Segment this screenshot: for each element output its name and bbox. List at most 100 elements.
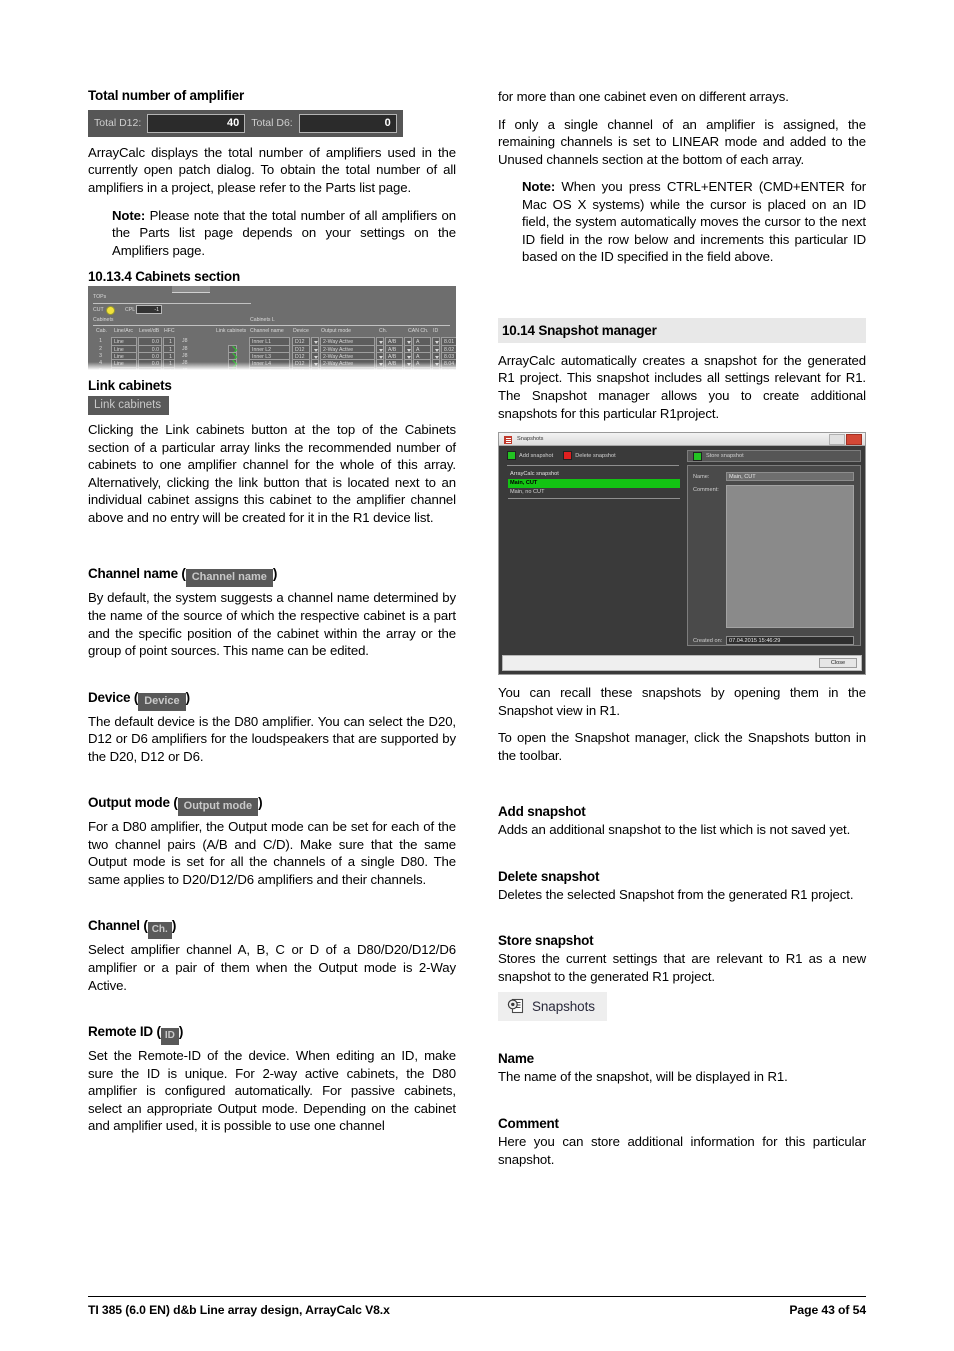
note-text-right: When you press CTRL+ENTER (CMD+ENTER for…: [522, 179, 866, 265]
note-ctrl-enter: Note: When you press CTRL+ENTER (CMD+ENT…: [522, 178, 866, 266]
paragraph-link-cabinets: Clicking the Link cabinets button at the…: [88, 422, 456, 525]
snapshot-list[interactable]: ArrayCalc snapshot Main, CUT Main, no CUT: [508, 470, 680, 497]
heading-store-snapshot: Store snapshot: [498, 933, 594, 949]
snapshot-list-item[interactable]: Main, CUT: [508, 479, 680, 489]
footer-document-title: TI 385 (6.0 EN) d&b Line array design, A…: [88, 1303, 390, 1317]
total-amplifier-widget: Total D12: 40 Total D6: 0: [88, 109, 403, 137]
col-header-channel-name: Channel name: [250, 328, 284, 335]
snapshot-detail-panel: Store snapshot Name: Main, CUT Comment: …: [687, 450, 861, 647]
heading-device: Device (Device): [88, 690, 456, 711]
store-snapshot-button[interactable]: Store snapshot: [687, 450, 861, 463]
chip-device[interactable]: Device: [138, 692, 186, 711]
col-header-line-arc: Line/Arc: [114, 328, 134, 335]
delete-snapshot-icon: [563, 451, 573, 461]
paragraph-linear-mode: If only a single channel of an amplifier…: [498, 116, 866, 167]
heading-link-cabinets: Link cabinets: [88, 378, 172, 394]
cut-led-indicator[interactable]: [106, 306, 115, 316]
screenshot-bottom-fade: [88, 362, 456, 371]
dialog-footer: Close: [502, 655, 862, 672]
footer-page-number: Page 43 of 54: [789, 1303, 866, 1317]
heading-channel-close: ): [171, 918, 177, 934]
paragraph-continuation: for more than one cabinet even on differ…: [498, 89, 789, 104]
chip-channel-name[interactable]: Channel name: [185, 569, 273, 588]
col-header-level-db: Level/dB: [139, 328, 160, 335]
paragraph-comment: Here you can store additional informatio…: [498, 1134, 866, 1167]
delete-snapshot-button[interactable]: Delete snapshot: [563, 451, 616, 461]
dialog-title: Snapshots: [517, 436, 544, 443]
chip-channel[interactable]: Ch.: [147, 922, 172, 940]
close-window-icon[interactable]: [846, 434, 862, 446]
paragraph-delete-snapshot: Deletes the selected Snapshot from the g…: [498, 886, 854, 902]
add-snapshot-button[interactable]: Add snapshot: [507, 451, 554, 461]
paragraph-channel-name: By default, the system suggests a channe…: [88, 590, 456, 659]
heading-channel: Channel (Ch.): [88, 918, 456, 940]
cpl-value-field[interactable]: -1: [136, 305, 162, 315]
close-button[interactable]: Close: [819, 658, 857, 669]
snapshot-name-input[interactable]: Main, CUT: [726, 472, 854, 482]
heading-comment: Comment: [498, 1116, 559, 1132]
col-header-id: ID: [433, 328, 439, 335]
note-text: Please note that the total number of all…: [112, 207, 456, 258]
add-snapshot-label: Add snapshot: [519, 452, 554, 459]
heading-add-snapshot: Add snapshot: [498, 804, 586, 820]
minimize-button[interactable]: [829, 434, 845, 446]
document-page: Total number of amplifier Total D12: 40 …: [0, 0, 954, 1351]
store-snapshot-label: Store snapshot: [706, 453, 744, 460]
col-header-can-ch: CAN Ch.: [408, 328, 429, 335]
heading-channel-name: Channel name (Channel name): [88, 566, 456, 588]
total-d12-value: 40: [147, 113, 246, 133]
paragraph-open-snapshot-manager: To open the Snapshot manager, click the …: [498, 730, 866, 763]
dialog-body: Add snapshot Delete snapshot ArrayCalc s…: [499, 446, 865, 674]
page-footer: TI 385 (6.0 EN) d&b Line array design, A…: [88, 1296, 866, 1317]
note-label: Note:: [112, 207, 146, 223]
paragraph-total-amplifier: ArrayCalc displays the total number of a…: [88, 144, 456, 195]
dialog-titlebar: Snapshots: [499, 433, 865, 447]
heading-channel-name-text: Channel name (: [88, 566, 186, 582]
label-cabinets: Cabinets: [93, 317, 114, 324]
note-amplifiers-page: Note: Please note that the total number …: [112, 207, 456, 260]
paragraph-recall-snapshots: You can recall these snapshots by openin…: [498, 685, 866, 718]
detail-fields-panel: Name: Main, CUT Comment: Created on: 07.…: [687, 465, 861, 647]
app-icon: [504, 435, 512, 444]
toolbar-divider: [507, 465, 679, 467]
col-header-cab: Cab.: [96, 328, 107, 335]
paragraph-remote-id: Set the Remote-ID of the device. When ed…: [88, 1048, 456, 1134]
chip-remote-id[interactable]: ID: [160, 1028, 179, 1046]
chip-output-mode[interactable]: Output mode: [177, 798, 259, 817]
created-on-label: Created on:: [693, 638, 723, 645]
label-cpl: CPL: [125, 307, 136, 314]
paragraph-output-mode: For a D80 amplifier, the Output mode can…: [88, 819, 456, 887]
heading-delete-snapshot: Delete snapshot: [498, 868, 600, 884]
total-d12-label: Total D12:: [94, 117, 142, 130]
delete-snapshot-label: Delete snapshot: [575, 452, 616, 459]
rule-tops: [93, 303, 251, 305]
label-tops: TOPs: [93, 294, 107, 301]
snapshot-comment-textarea[interactable]: [726, 485, 854, 629]
store-snapshot-icon: [693, 451, 702, 461]
right-column: for more than one cabinet even on differ…: [498, 88, 866, 1178]
heading-snapshot-manager: 10.14 Snapshot manager: [498, 317, 866, 343]
add-snapshot-icon: [507, 451, 516, 461]
label-cut: CUT: [93, 307, 104, 314]
col-header-link-cabinets[interactable]: Link cabinets: [216, 328, 246, 334]
heading-remote-id: Remote ID (ID): [88, 1024, 456, 1046]
note-label-right: Note:: [522, 179, 556, 195]
dialog-toolbar: Add snapshot Delete snapshot: [507, 451, 616, 461]
left-column: Total number of amplifier Total D12: 40 …: [88, 88, 456, 1145]
col-header-device: Device: [293, 328, 309, 335]
snapshot-list-item[interactable]: Main, no CUT: [508, 488, 680, 497]
snapshot-list-divider: [508, 498, 680, 500]
heading-channel-text: Channel (: [88, 918, 148, 934]
created-on-value: 07.04.2015 15:46:29: [726, 636, 854, 646]
paragraph-device: The default device is the D80 amplifier.…: [88, 713, 456, 764]
rule-cabinets-l: [250, 325, 450, 327]
rule-cabinets: [93, 325, 251, 327]
screenshot-snapshot-manager-dialog: Snapshots Add snapshot Delete snapshot A…: [498, 432, 866, 676]
snapshot-list-item[interactable]: ArrayCalc snapshot: [508, 470, 680, 479]
chip-link-cabinets[interactable]: Link cabinets: [88, 396, 170, 416]
col-header-ch: Ch.: [379, 328, 388, 335]
snapshots-icon: [507, 998, 524, 1015]
heading-device-text: Device (: [88, 689, 139, 705]
name-field-label: Name:: [693, 474, 710, 481]
snapshots-toolbar-button[interactable]: Snapshots: [498, 992, 607, 1022]
